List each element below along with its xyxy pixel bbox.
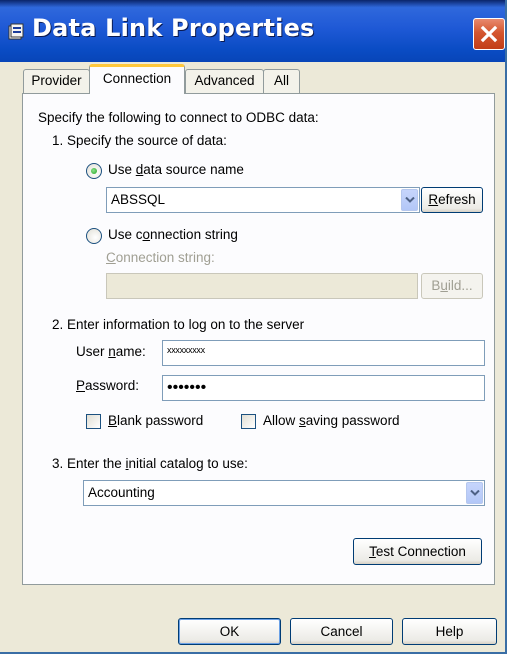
catalog-value: Accounting: [88, 485, 155, 500]
tab-all[interactable]: All: [263, 69, 300, 93]
button-label: efresh: [438, 192, 476, 207]
access-key: R: [428, 192, 439, 207]
username-label: User name:: [76, 344, 146, 359]
allow-saving-password-checkbox[interactable]: [241, 414, 256, 429]
catalog-dropdown-button[interactable]: [466, 482, 483, 504]
access-key: u: [440, 278, 448, 293]
catalog-combo[interactable]: Accounting: [83, 480, 485, 506]
label-part: lank password: [117, 413, 204, 428]
blank-password-label[interactable]: Blank password: [108, 413, 203, 428]
blank-password-checkbox[interactable]: [86, 414, 101, 429]
password-input[interactable]: •••••••: [162, 375, 485, 401]
radio-selected-dot: [91, 168, 97, 174]
dsn-combo[interactable]: ABSSQL: [106, 187, 420, 213]
test-connection-button[interactable]: Test Connection: [353, 538, 482, 565]
label-part: nitial catalog to use:: [128, 456, 248, 471]
label-part: 3. Enter the: [52, 456, 126, 471]
window-title: Data Link Properties: [32, 14, 315, 42]
label-part: Use: [108, 162, 136, 177]
step1-heading: 1. Specify the source of data:: [52, 133, 227, 148]
connstr-input[interactable]: [106, 273, 418, 299]
label-part: onnection string:: [115, 250, 215, 265]
connstr-label: Connection string:: [106, 250, 215, 265]
chevron-down-icon: [405, 197, 415, 203]
data-link-properties-window: Data Link Properties Provider Connection…: [0, 0, 507, 654]
access-key: C: [106, 250, 116, 265]
button-label: est Connection: [375, 544, 466, 559]
label-part: nnection string: [150, 227, 238, 242]
access-key: o: [142, 227, 151, 242]
data-link-icon: [8, 23, 26, 41]
label-part: assword:: [85, 378, 140, 393]
username-input[interactable]: xxxxxxxxx: [162, 340, 485, 366]
label-part: User: [76, 344, 109, 359]
label-part: ata source name: [143, 162, 244, 177]
connection-panel: Specify the following to connect to ODBC…: [22, 93, 495, 585]
cancel-button[interactable]: Cancel: [290, 618, 393, 645]
help-button[interactable]: Help: [402, 618, 497, 645]
build-button[interactable]: Build...: [421, 273, 483, 299]
access-key: P: [76, 378, 86, 393]
label-part: aving password: [305, 413, 400, 428]
dsn-dropdown-button[interactable]: [401, 189, 418, 211]
step3-heading: 3. Enter the initial catalog to use:: [52, 456, 248, 471]
tab-provider[interactable]: Provider: [23, 69, 90, 93]
access-key: n: [108, 344, 116, 359]
step2-heading: 2. Enter information to log on to the se…: [52, 317, 305, 332]
title-bar[interactable]: Data Link Properties: [0, 0, 505, 62]
tab-advanced[interactable]: Advanced: [185, 69, 264, 93]
label-part: Use c: [108, 227, 143, 242]
use-connstr-label[interactable]: Use connection string: [108, 227, 238, 242]
use-dsn-radio[interactable]: [86, 163, 102, 179]
label-part: ame:: [115, 344, 146, 359]
allow-saving-password-label[interactable]: Allow saving password: [263, 413, 400, 428]
use-connstr-radio[interactable]: [86, 228, 102, 244]
access-key: s: [299, 413, 306, 428]
dsn-value: ABSSQL: [111, 192, 166, 207]
refresh-button[interactable]: Refresh: [421, 187, 483, 213]
use-dsn-label[interactable]: Use data source name: [108, 162, 244, 177]
password-label: Password:: [76, 378, 139, 393]
button-label: B: [431, 278, 441, 293]
intro-text: Specify the following to connect to ODBC…: [38, 110, 319, 125]
close-icon: [480, 25, 498, 43]
tab-connection[interactable]: Connection: [89, 64, 185, 94]
chevron-down-icon: [470, 490, 480, 496]
access-key: T: [369, 544, 376, 559]
button-label: ild...: [447, 278, 473, 293]
label-part: Allow: [263, 413, 300, 428]
access-key: B: [108, 413, 118, 428]
ok-button[interactable]: OK: [178, 618, 281, 645]
close-button[interactable]: [473, 18, 505, 50]
